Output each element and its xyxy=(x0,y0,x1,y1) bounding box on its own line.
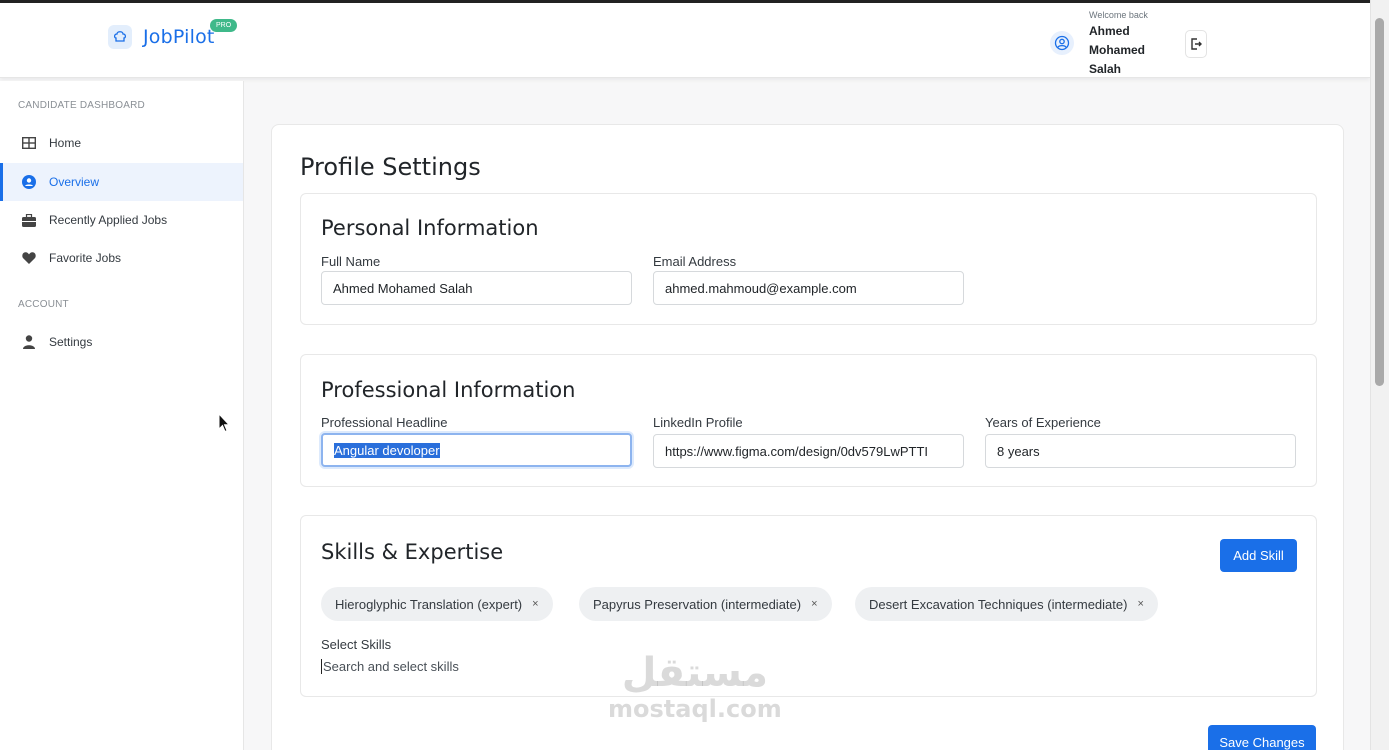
scrollbar-thumb[interactable] xyxy=(1375,18,1384,386)
sidebar: CANDIDATE DASHBOARD Home Overview Recent… xyxy=(0,81,244,750)
skill-search-input[interactable]: Search and select skills xyxy=(321,659,459,674)
sidebar-item-favorite-jobs[interactable]: Favorite Jobs xyxy=(0,239,243,277)
sidebar-item-home[interactable]: Home xyxy=(0,124,243,162)
pro-badge: PRO xyxy=(210,19,238,32)
add-skill-button[interactable]: Add Skill xyxy=(1220,539,1297,572)
linkedin-label: LinkedIn Profile xyxy=(653,415,743,430)
skill-chip-label: Desert Excavation Techniques (intermedia… xyxy=(869,596,1128,612)
app-name: JobPilot xyxy=(143,26,215,48)
sidebar-item-label: Settings xyxy=(49,335,93,349)
profile-settings-card: Profile Settings Personal Information Fu… xyxy=(271,124,1344,750)
user-circle-icon xyxy=(21,174,37,190)
headline-input[interactable]: Angular devoloper xyxy=(321,433,632,467)
personal-information-section: Personal Information Full Name Email Add… xyxy=(300,193,1317,325)
professional-information-section: Professional Information Professional He… xyxy=(300,354,1317,487)
headline-selected-text: Angular devoloper xyxy=(334,442,440,458)
headline-label: Professional Headline xyxy=(321,415,448,430)
close-icon[interactable]: × xyxy=(532,598,538,610)
linkedin-input[interactable] xyxy=(653,434,964,468)
save-changes-button[interactable]: Save Changes xyxy=(1208,725,1316,750)
sidebar-item-recently-applied-jobs[interactable]: Recently Applied Jobs xyxy=(0,201,243,239)
dashboard-section-label: CANDIDATE DASHBOARD xyxy=(18,100,145,111)
skill-chip: Desert Excavation Techniques (intermedia… xyxy=(855,587,1158,621)
mouse-cursor-icon xyxy=(218,413,230,433)
full-name-input[interactable] xyxy=(321,271,632,305)
section-title: Skills & Expertise xyxy=(321,540,504,564)
full-name-label: Full Name xyxy=(321,254,381,269)
skill-chip-label: Hieroglyphic Translation (expert) xyxy=(335,596,523,612)
skill-chip: Hieroglyphic Translation (expert) × xyxy=(321,587,553,621)
briefcase-icon xyxy=(21,212,37,228)
sidebar-item-label: Favorite Jobs xyxy=(49,251,122,265)
experience-input[interactable] xyxy=(985,434,1296,468)
sidebar-item-settings[interactable]: Settings xyxy=(0,323,243,361)
skills-section: Skills & Expertise Add Skill Hieroglyphi… xyxy=(300,515,1317,697)
person-icon xyxy=(21,334,37,350)
section-title: Personal Information xyxy=(321,216,539,240)
sidebar-item-label: Home xyxy=(49,136,82,150)
logout-button[interactable] xyxy=(1185,30,1207,58)
section-title: Professional Information xyxy=(321,378,576,402)
logo[interactable]: JobPilot PRO xyxy=(108,19,238,49)
user-avatar-icon[interactable] xyxy=(1050,31,1074,55)
skill-chip: Papyrus Preservation (intermediate) × xyxy=(579,587,832,621)
page-title: Profile Settings xyxy=(300,153,481,181)
email-label: Email Address xyxy=(653,254,737,269)
email-input[interactable] xyxy=(653,271,964,305)
close-icon[interactable]: × xyxy=(1137,598,1143,610)
logout-icon xyxy=(1191,38,1202,50)
welcome-text: Welcome back xyxy=(1089,10,1148,20)
experience-label: Years of Experience xyxy=(985,415,1101,430)
account-section-label: ACCOUNT xyxy=(18,299,69,310)
sidebar-item-label: Overview xyxy=(49,175,100,189)
sidebar-item-label: Recently Applied Jobs xyxy=(49,213,168,227)
user-info: Welcome back Ahmed Mohamed Salah xyxy=(1089,8,1159,79)
user-name: Ahmed Mohamed Salah xyxy=(1089,24,1146,76)
skill-chip-label: Papyrus Preservation (intermediate) xyxy=(593,596,802,612)
grid-icon xyxy=(21,135,37,151)
page-scrollbar[interactable] xyxy=(1370,0,1389,750)
select-skills-label: Select Skills xyxy=(321,637,392,652)
sidebar-item-overview[interactable]: Overview xyxy=(0,163,243,201)
top-bar: JobPilot PRO Welcome back Ahmed Mohamed … xyxy=(0,0,1370,78)
heart-icon xyxy=(21,250,37,266)
close-icon[interactable]: × xyxy=(811,598,817,610)
chef-hat-icon xyxy=(108,25,132,49)
